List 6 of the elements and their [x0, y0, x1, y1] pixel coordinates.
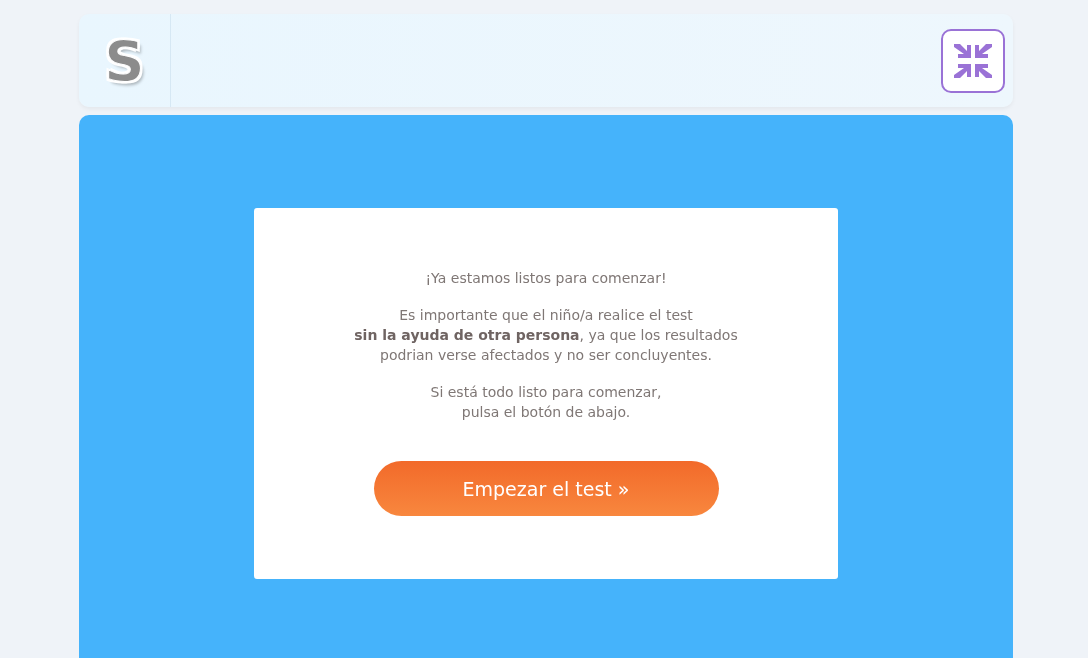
message-text: Es importante que el niño/a realice el test sin la ayuda de otra persona, ya que los resultados podrian verse afectados y no ser concluyentes.: [354, 306, 738, 365]
message-text: Si está todo listo para comenzar, pulsa el botón de abajo.: [430, 383, 662, 422]
message-text: ¡Ya estamos listos para comenzar!: [425, 269, 667, 288]
start-test-button[interactable]: Empezar el test »: [373, 461, 719, 516]
collapse-button[interactable]: [941, 28, 1005, 93]
logo: S: [104, 32, 145, 89]
